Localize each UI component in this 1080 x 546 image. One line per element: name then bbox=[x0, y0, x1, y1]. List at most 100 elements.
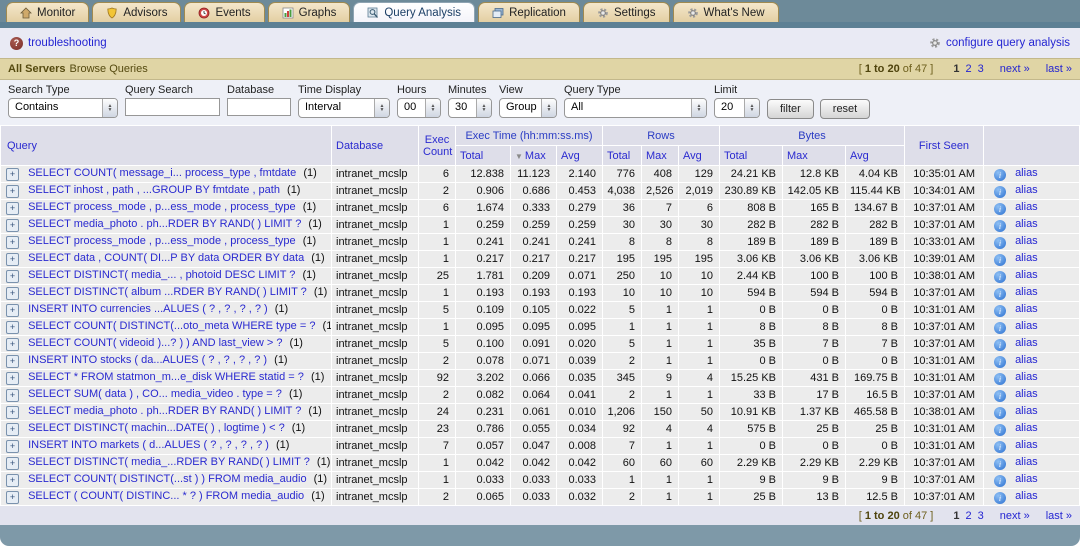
query-link[interactable]: SELECT COUNT( message_i... process_type … bbox=[28, 167, 296, 179]
alias-link[interactable]: alias bbox=[1015, 269, 1038, 281]
sort-bytes-max-header[interactable]: Max bbox=[787, 150, 808, 162]
query-link[interactable]: SELECT DISTINCT( media_... , photoid DES… bbox=[28, 269, 295, 281]
alias-link[interactable]: alias bbox=[1015, 286, 1038, 298]
database-input[interactable] bbox=[227, 98, 291, 116]
expand-row-button[interactable]: + bbox=[6, 236, 19, 249]
filter-button[interactable]: filter bbox=[767, 99, 814, 119]
alias-link[interactable]: alias bbox=[1015, 371, 1038, 383]
last-page-link[interactable]: last » bbox=[1046, 63, 1072, 75]
query-link[interactable]: SELECT data , COUNT( DI...P BY data ORDE… bbox=[28, 252, 304, 264]
expand-row-button[interactable]: + bbox=[6, 355, 19, 368]
tab-events[interactable]: Events bbox=[184, 2, 264, 22]
expand-row-button[interactable]: + bbox=[6, 219, 19, 232]
query-search-input[interactable] bbox=[125, 98, 220, 116]
tab-advisors[interactable]: Advisors bbox=[92, 2, 181, 22]
view-select[interactable]: Group ▲▼ bbox=[499, 98, 557, 118]
page-3-link[interactable]: 3 bbox=[978, 510, 984, 522]
query-link[interactable]: SELECT SUM( data ) , CO... media_video .… bbox=[28, 388, 282, 400]
alias-link[interactable]: alias bbox=[1015, 456, 1038, 468]
expand-row-button[interactable]: + bbox=[6, 253, 19, 266]
query-link[interactable]: SELECT inhost , path , ...GROUP BY fmtda… bbox=[28, 184, 280, 196]
expand-row-button[interactable]: + bbox=[6, 270, 19, 283]
alias-link[interactable]: alias bbox=[1015, 184, 1038, 196]
expand-row-button[interactable]: + bbox=[6, 474, 19, 487]
sort-exec-count-header[interactable]: Exec Count bbox=[423, 134, 452, 158]
sort-rows-avg-header[interactable]: Avg bbox=[683, 150, 702, 162]
query-link[interactable]: SELECT DISTINCT( machin...DATE( ) , logt… bbox=[28, 422, 285, 434]
expand-row-button[interactable]: + bbox=[6, 168, 19, 181]
sort-time-max-header[interactable]: Max bbox=[525, 150, 546, 162]
minutes-select[interactable]: 30 ▲▼ bbox=[448, 98, 492, 118]
sort-time-avg-header[interactable]: Avg bbox=[561, 150, 580, 162]
expand-row-button[interactable]: + bbox=[6, 372, 19, 385]
next-page-link[interactable]: next » bbox=[1000, 63, 1030, 75]
alias-link[interactable]: alias bbox=[1015, 388, 1038, 400]
configure-query-analysis-link[interactable]: configure query analysis bbox=[946, 37, 1070, 49]
tab-replication[interactable]: Replication bbox=[478, 2, 580, 22]
query-link[interactable]: INSERT INTO currencies ...ALUES ( ? , ? … bbox=[28, 303, 268, 315]
alias-link[interactable]: alias bbox=[1015, 218, 1038, 230]
troubleshooting-link[interactable]: troubleshooting bbox=[28, 37, 107, 49]
alias-link[interactable]: alias bbox=[1015, 167, 1038, 179]
sort-rows-total-header[interactable]: Total bbox=[607, 150, 630, 162]
expand-row-button[interactable]: + bbox=[6, 440, 19, 453]
reset-button[interactable]: reset bbox=[820, 99, 870, 119]
query-link[interactable]: SELECT COUNT( DISTINCT(...oto_meta WHERE… bbox=[28, 320, 315, 332]
sort-bytes-total-header[interactable]: Total bbox=[724, 150, 747, 162]
sort-database-header[interactable]: Database bbox=[336, 140, 383, 152]
expand-row-button[interactable]: + bbox=[6, 202, 19, 215]
query-link[interactable]: SELECT media_photo . ph...RDER BY RAND( … bbox=[28, 405, 301, 417]
alias-link[interactable]: alias bbox=[1015, 354, 1038, 366]
sort-query-header[interactable]: Query bbox=[7, 140, 37, 152]
query-link[interactable]: SELECT COUNT( videoid )...? ) ) AND last… bbox=[28, 337, 282, 349]
tab-whats-new[interactable]: What's New bbox=[673, 2, 779, 22]
page-2-link[interactable]: 2 bbox=[965, 510, 971, 522]
tab-query-analysis[interactable]: Query Analysis bbox=[353, 2, 475, 22]
query-link[interactable]: INSERT INTO markets ( d...ALUES ( ? , ? … bbox=[28, 439, 269, 451]
alias-link[interactable]: alias bbox=[1015, 320, 1038, 332]
alias-link[interactable]: alias bbox=[1015, 422, 1038, 434]
expand-row-button[interactable]: + bbox=[6, 457, 19, 470]
alias-link[interactable]: alias bbox=[1015, 337, 1038, 349]
sort-rows-max-header[interactable]: Max bbox=[646, 150, 667, 162]
expand-row-button[interactable]: + bbox=[6, 304, 19, 317]
query-link[interactable]: SELECT media_photo . ph...RDER BY RAND( … bbox=[28, 218, 301, 230]
page-2-link[interactable]: 2 bbox=[965, 63, 971, 75]
alias-link[interactable]: alias bbox=[1015, 490, 1038, 502]
expand-row-button[interactable]: + bbox=[6, 287, 19, 300]
query-link[interactable]: SELECT COUNT( DISTINCT(...st ) ) FROM me… bbox=[28, 473, 307, 485]
limit-select[interactable]: 20 ▲▼ bbox=[714, 98, 760, 118]
alias-link[interactable]: alias bbox=[1015, 405, 1038, 417]
alias-link[interactable]: alias bbox=[1015, 201, 1038, 213]
alias-link[interactable]: alias bbox=[1015, 303, 1038, 315]
last-page-link[interactable]: last » bbox=[1046, 510, 1072, 522]
search-type-select[interactable]: Contains ▲▼ bbox=[8, 98, 118, 118]
query-link[interactable]: SELECT * FROM statmon_m...e_disk WHERE s… bbox=[28, 371, 304, 383]
tab-graphs[interactable]: Graphs bbox=[268, 2, 351, 22]
expand-row-button[interactable]: + bbox=[6, 491, 19, 504]
expand-row-button[interactable]: + bbox=[6, 389, 19, 402]
alias-link[interactable]: alias bbox=[1015, 439, 1038, 451]
expand-row-button[interactable]: + bbox=[6, 321, 19, 334]
query-link[interactable]: INSERT INTO stocks ( da...ALUES ( ? , ? … bbox=[28, 354, 267, 366]
query-type-select[interactable]: All ▲▼ bbox=[564, 98, 707, 118]
alias-link[interactable]: alias bbox=[1015, 473, 1038, 485]
tab-monitor[interactable]: Monitor bbox=[6, 2, 89, 22]
expand-row-button[interactable]: + bbox=[6, 185, 19, 198]
alias-link[interactable]: alias bbox=[1015, 235, 1038, 247]
hours-select[interactable]: 00 ▲▼ bbox=[397, 98, 441, 118]
page-3-link[interactable]: 3 bbox=[978, 63, 984, 75]
sort-first-seen-header[interactable]: First Seen bbox=[919, 140, 969, 152]
sort-bytes-avg-header[interactable]: Avg bbox=[850, 150, 869, 162]
expand-row-button[interactable]: + bbox=[6, 338, 19, 351]
alias-link[interactable]: alias bbox=[1015, 252, 1038, 264]
next-page-link[interactable]: next » bbox=[1000, 510, 1030, 522]
query-link[interactable]: SELECT process_mode , p...ess_mode , pro… bbox=[28, 201, 296, 213]
query-link[interactable]: SELECT process_mode , p...ess_mode , pro… bbox=[28, 235, 296, 247]
sort-time-total-header[interactable]: Total bbox=[460, 150, 483, 162]
query-link[interactable]: SELECT DISTINCT( album ...RDER BY RAND( … bbox=[28, 286, 307, 298]
tab-settings[interactable]: Settings bbox=[583, 2, 670, 22]
time-display-select[interactable]: Interval ▲▼ bbox=[298, 98, 390, 118]
expand-row-button[interactable]: + bbox=[6, 406, 19, 419]
expand-row-button[interactable]: + bbox=[6, 423, 19, 436]
